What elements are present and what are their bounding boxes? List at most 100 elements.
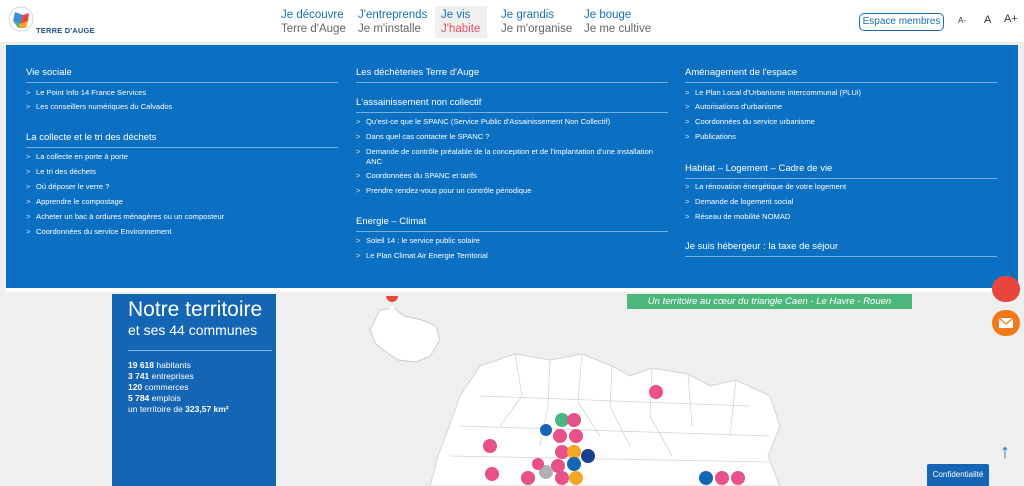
- menu-link-label: Réseau de mobilité NOMAD: [695, 212, 791, 221]
- chevron-right-icon: >: [356, 236, 361, 245]
- chevron-right-icon: >: [356, 186, 361, 195]
- section-divider: [356, 82, 668, 83]
- menu-link-label: Soleil 14 : le service public solaire: [366, 236, 480, 245]
- menu-link-label: Les conseillers numériques du Calvados: [36, 102, 173, 111]
- chevron-right-icon: >: [26, 102, 31, 111]
- chevron-right-icon: >: [356, 171, 361, 180]
- menu-link-label: Coordonnées du service Environnement: [36, 227, 172, 236]
- menu-link-label: Coordonnées du service urbanisme: [695, 117, 815, 126]
- menu-section-title[interactable]: Aménagement de l'espace: [685, 67, 797, 78]
- chevron-right-icon: >: [685, 117, 690, 126]
- chevron-right-icon: >: [685, 132, 690, 141]
- chevron-right-icon: >: [685, 102, 690, 111]
- logo-text: TERRE D'AUGE: [36, 26, 95, 35]
- nav-line1: Je grandis: [501, 9, 555, 21]
- section-divider: [26, 82, 338, 83]
- stat-value: 3 741: [128, 371, 150, 381]
- communes-map: [429, 353, 781, 486]
- chevron-right-icon: >: [356, 117, 361, 126]
- nav-line1: J'entreprends: [358, 9, 428, 21]
- menu-link-label: Demande de logement social: [695, 197, 794, 206]
- menu-link-label: Le Plan Climat Air Energie Territorial: [366, 251, 488, 260]
- menu-section-title[interactable]: Les déchèteries Terre d'Auge: [356, 67, 479, 78]
- territory-panel: Notre territoire et ses 44 communes 19 6…: [112, 294, 276, 486]
- stat-shops: 120 commerces: [128, 382, 188, 392]
- mega-menu-je-vis: Vie sociale > Le Point Info 14 France Ser…: [6, 45, 1018, 292]
- territory-map[interactable]: [300, 296, 800, 486]
- chevron-right-icon: >: [26, 152, 31, 161]
- section-divider: [356, 112, 668, 113]
- font-decrease-button[interactable]: A-: [958, 16, 966, 25]
- nav-line2: Je m'organise: [501, 23, 573, 35]
- stat-value: 120: [128, 382, 143, 392]
- menu-link-label: Le Plan Local d'Urbanisme intercommunal …: [695, 88, 862, 97]
- menu-link-label: Dans quel cas contacter le SPANC ?: [366, 132, 490, 141]
- nav-line1: Je bouge: [584, 9, 632, 21]
- stat-jobs: 5 784 emplois: [128, 393, 181, 403]
- menu-link-label: Demande de contrôle préalable de la conc…: [366, 147, 654, 166]
- nav-line1: Je vis: [441, 9, 471, 21]
- chevron-right-icon: >: [685, 212, 690, 221]
- territory-title: Notre territoire: [128, 298, 263, 321]
- site-logo[interactable]: TERRE D'AUGE: [6, 4, 95, 38]
- nav-je-vis[interactable]: Je vis J'habite: [435, 6, 487, 38]
- nav-line2: J'habite: [441, 23, 481, 35]
- section-divider: [26, 147, 338, 148]
- menu-section-title[interactable]: Energie – Climat: [356, 216, 426, 227]
- menu-link-label: Le Point Info 14 France Services: [36, 88, 147, 97]
- stat-value: 5 784: [128, 393, 150, 403]
- chevron-right-icon: >: [356, 132, 361, 141]
- menu-link-label: Publications: [695, 132, 736, 141]
- stat-area: un territoire de 323,57 km²: [128, 404, 229, 414]
- territory-subtitle: et ses 44 communes: [128, 322, 258, 338]
- nav-line2: Terre d'Auge: [281, 23, 346, 35]
- menu-section-title[interactable]: Je suis hébergeur : la taxe de séjour: [685, 241, 838, 252]
- menu-section-title[interactable]: La collecte et le tri des déchets: [26, 132, 156, 143]
- stat-value: 323,57 km²: [185, 404, 229, 414]
- menu-section-title[interactable]: Habitat – Logement – Cadre de vie: [685, 163, 832, 174]
- chevron-right-icon: >: [356, 147, 361, 156]
- menu-link-label: Coordonnées du SPANC et tarifs: [366, 171, 477, 180]
- font-increase-button[interactable]: A+: [1004, 13, 1018, 25]
- stat-inhabitants: 19 618 habitants: [128, 360, 191, 370]
- menu-link-label: Qu'est-ce que le SPANC (Service Public d…: [366, 117, 611, 126]
- stat-value: 19 618: [128, 360, 154, 370]
- menu-link-label: Prendre rendez-vous pour un contrôle pér…: [366, 186, 532, 195]
- section-divider: [685, 256, 997, 257]
- menu-section-title[interactable]: L'assainissement non collectif: [356, 97, 481, 108]
- stat-label: commerces: [142, 382, 189, 392]
- nav-j-entreprends[interactable]: J'entreprends Je m'installe: [352, 6, 433, 38]
- nav-line2: Je me cultive: [584, 23, 652, 35]
- members-area-button[interactable]: Espace membres: [859, 13, 944, 31]
- section-divider: [685, 82, 997, 83]
- menu-link-label: Le tri des déchets: [36, 167, 96, 176]
- font-reset-button[interactable]: A: [984, 14, 991, 26]
- chevron-right-icon: >: [26, 182, 31, 191]
- chevron-right-icon: >: [26, 212, 31, 221]
- chevron-right-icon: >: [685, 197, 690, 206]
- alert-button[interactable]: [992, 276, 1020, 302]
- section-divider: [356, 231, 668, 232]
- menu-link-label: Autorisations d'urbanisme: [695, 102, 783, 111]
- menu-section-title[interactable]: Vie sociale: [26, 67, 72, 78]
- stat-label: emplois: [149, 393, 181, 403]
- chevron-right-icon: >: [26, 167, 31, 176]
- nav-line1: Je découvre: [281, 9, 344, 21]
- scroll-top-icon[interactable]: ↑: [994, 440, 1016, 464]
- chevron-right-icon: >: [356, 251, 361, 260]
- nav-je-grandis[interactable]: Je grandis Je m'organise: [495, 6, 578, 38]
- privacy-button[interactable]: Confidentialité: [927, 464, 989, 486]
- stat-companies: 3 741 entreprises: [128, 371, 194, 381]
- stat-label: habitants: [154, 360, 191, 370]
- mail-button[interactable]: [992, 310, 1020, 336]
- menu-link-label: Où déposer le verre ?: [36, 182, 110, 191]
- section-divider: [685, 178, 997, 179]
- chevron-right-icon: >: [26, 88, 31, 97]
- menu-link-label: La rénovation énergétique de votre logem…: [695, 182, 847, 191]
- stat-label: entreprises: [149, 371, 194, 381]
- nav-je-bouge[interactable]: Je bouge Je me cultive: [578, 6, 657, 38]
- site-header: TERRE D'AUGE Je découvre Terre d'Auge J'…: [0, 0, 1024, 42]
- location-pin-dot: [390, 306, 394, 310]
- nav-je-decouvre[interactable]: Je découvre Terre d'Auge: [275, 6, 352, 38]
- chevron-right-icon: >: [685, 182, 690, 191]
